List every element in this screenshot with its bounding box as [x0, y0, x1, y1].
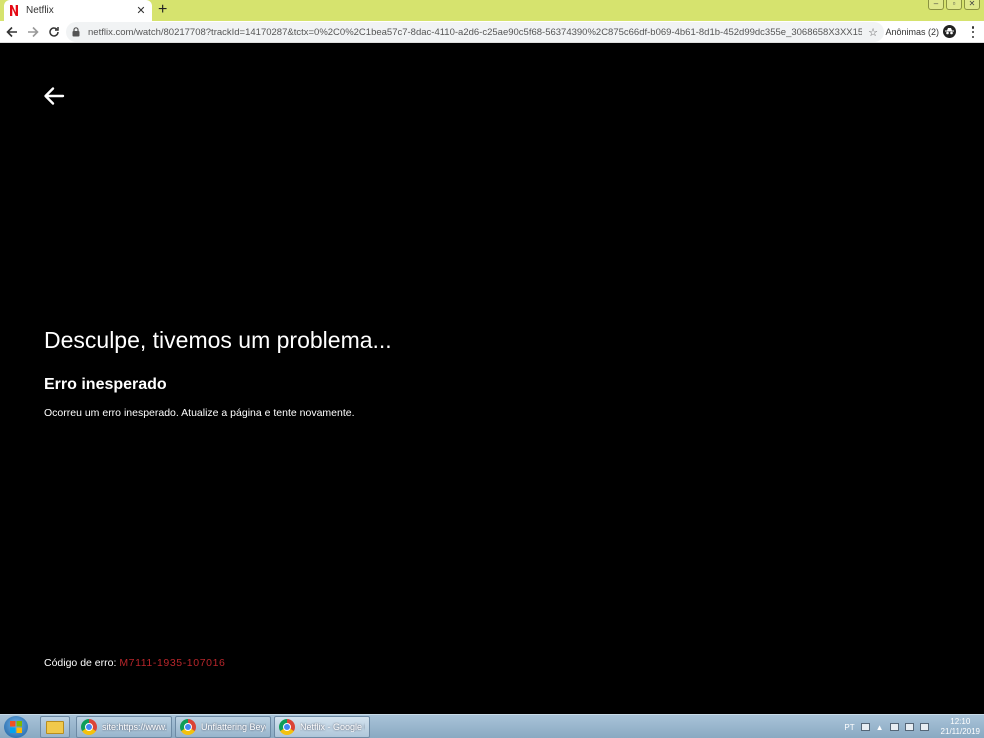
network-icon[interactable]: [919, 723, 929, 731]
error-code-line: Código de erro: M7111-1935-107016: [44, 657, 225, 669]
error-code-label: Código de erro:: [44, 657, 117, 669]
taskbar-item-label: Netflix - Google C...: [300, 722, 365, 732]
tray-expand-icon[interactable]: ▲: [876, 723, 884, 732]
star-icon[interactable]: ☆: [868, 26, 878, 39]
forward-nav-button[interactable]: [24, 23, 42, 41]
system-tray: PT ▲ 12:10 21/11/2019: [844, 717, 980, 737]
profile-label: Anônimas (2): [885, 26, 939, 37]
lock-icon: [72, 27, 82, 38]
flag-icon[interactable]: [889, 723, 899, 731]
minimize-window-icon[interactable]: –: [928, 0, 944, 10]
taskbar-item-label: site:https://www.t...: [102, 722, 167, 732]
taskbar-clock[interactable]: 12:10 21/11/2019: [941, 717, 980, 737]
chrome-icon: [180, 719, 196, 735]
arrow-left-icon: [6, 26, 17, 37]
taskbar-item-chrome-3[interactable]: Netflix - Google C...: [274, 716, 370, 738]
tab-close-icon[interactable]: ✕: [136, 4, 146, 17]
taskbar-explorer[interactable]: [40, 716, 70, 738]
taskbar-item-chrome-1[interactable]: site:https://www.t...: [76, 716, 172, 738]
back-nav-button[interactable]: [3, 23, 21, 41]
browser-menu-icon[interactable]: [970, 25, 976, 39]
browser-tab-strip: Netflix ✕ + – ▫ ✕: [0, 0, 984, 21]
chrome-icon: [81, 719, 97, 735]
error-code-value: M7111-1935-107016: [119, 657, 226, 669]
chrome-icon: [279, 719, 295, 735]
tab-title: Netflix: [26, 5, 54, 16]
keyboard-icon[interactable]: [860, 723, 870, 731]
restore-window-icon[interactable]: ▫: [946, 0, 962, 10]
arrow-right-icon: [28, 26, 39, 37]
clock-time: 12:10: [950, 717, 971, 726]
netflix-logo-icon: [10, 5, 18, 16]
windows-taskbar: site:https://www.t... Unflattering Beyo.…: [0, 714, 984, 738]
error-message: Ocorreu um erro inesperado. Atualize a p…: [44, 407, 355, 419]
clock-date: 21/11/2019: [940, 727, 980, 736]
error-headline: Desculpe, tivemos um problema...: [44, 327, 392, 353]
language-indicator[interactable]: PT: [844, 723, 854, 732]
volume-icon[interactable]: [904, 723, 914, 731]
windows-logo-icon: [10, 721, 22, 733]
close-window-icon[interactable]: ✕: [964, 0, 980, 10]
window-controls: – ▫ ✕: [928, 0, 980, 10]
taskbar-item-label: Unflattering Beyo...: [201, 722, 266, 732]
folder-icon: [46, 720, 64, 734]
browser-toolbar: netflix.com/watch/80217708?trackId=14170…: [0, 21, 984, 43]
url-text: netflix.com/watch/80217708?trackId=14170…: [88, 26, 863, 38]
new-tab-button[interactable]: +: [158, 2, 167, 18]
incognito-profile[interactable]: Anônimas (2): [885, 25, 956, 38]
address-bar[interactable]: netflix.com/watch/80217708?trackId=14170…: [66, 22, 884, 42]
error-subhead: Erro inesperado: [44, 376, 167, 393]
taskbar-item-chrome-2[interactable]: Unflattering Beyo...: [175, 716, 271, 738]
back-arrow-icon[interactable]: [42, 84, 66, 108]
incognito-icon: [943, 25, 956, 38]
browser-tab-netflix[interactable]: Netflix ✕: [4, 0, 152, 21]
reload-icon: [49, 26, 59, 37]
start-button[interactable]: [4, 716, 28, 738]
reload-button[interactable]: [45, 23, 63, 41]
netflix-error-page: Desculpe, tivemos um problema... Erro in…: [0, 44, 984, 714]
